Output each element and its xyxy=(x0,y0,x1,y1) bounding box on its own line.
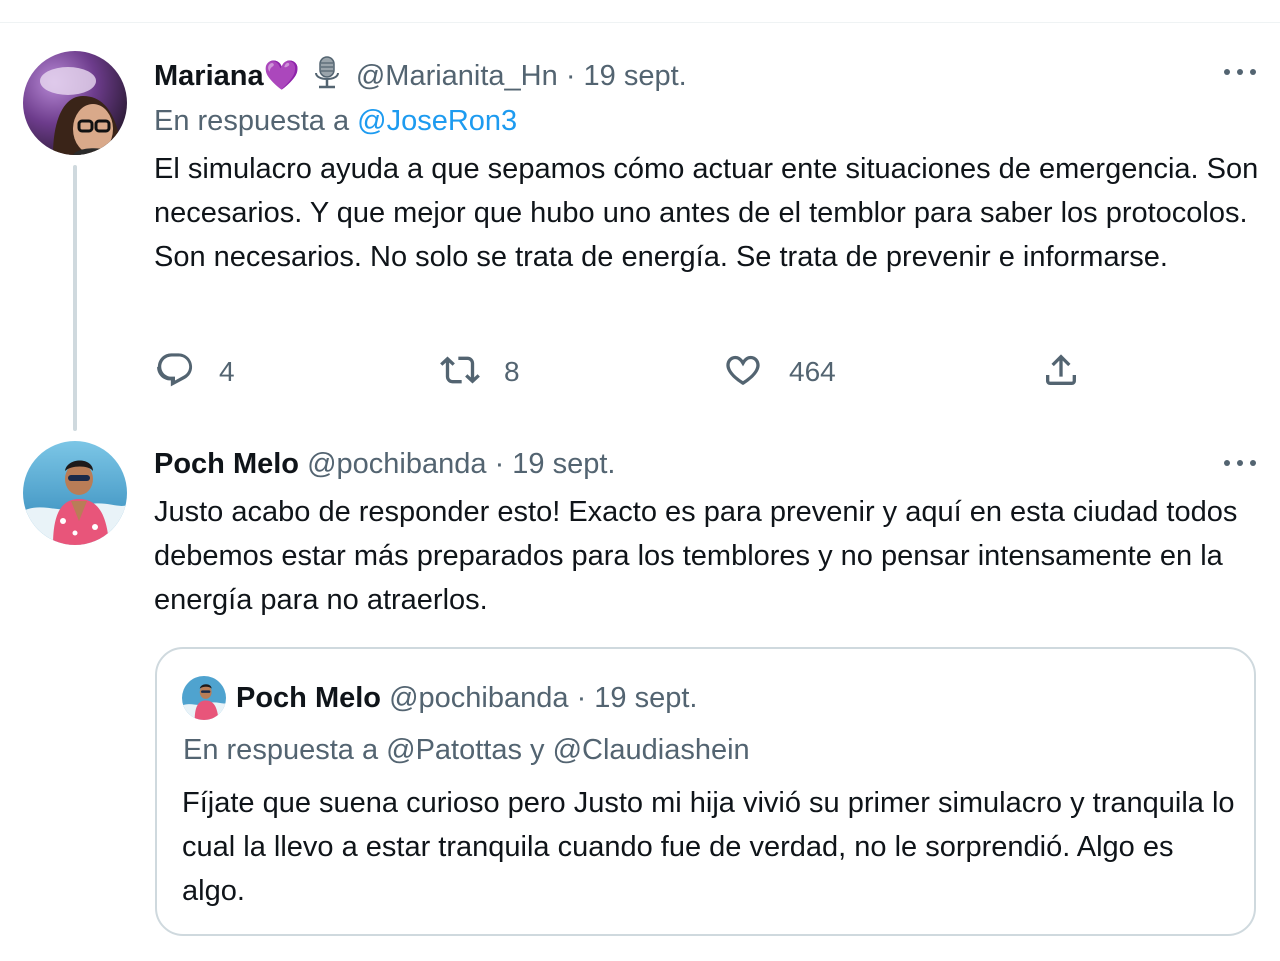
tweet-1-text: El simulacro ayuda a que sepamos cómo ac… xyxy=(154,153,1259,273)
tweet-date[interactable]: · 19 sept. xyxy=(495,448,616,480)
retweet-icon xyxy=(438,350,482,395)
tweet-2-text: Justo acabo de responder esto! Exacto es… xyxy=(154,496,1238,616)
top-divider xyxy=(0,22,1280,23)
reply-to-link[interactable]: @JoseRon3 xyxy=(357,105,517,137)
retweet-count: 8 xyxy=(504,356,520,387)
author-handle[interactable]: @pochibanda xyxy=(307,448,486,480)
purple-heart-emoji: 💜 xyxy=(263,60,300,92)
quote-header: Poch Melo @pochibanda · 19 sept. xyxy=(236,680,697,716)
quote-avatar xyxy=(182,676,226,720)
reply-prefix: En respuesta a xyxy=(154,105,350,137)
share-icon xyxy=(1041,350,1081,395)
share-button[interactable] xyxy=(1041,350,1081,394)
quote-author-name: Poch Melo xyxy=(236,682,382,714)
quote-date: · 19 sept. xyxy=(576,682,698,714)
author-name[interactable]: Poch Melo xyxy=(154,448,299,480)
quote-reply-context: En respuesta a @Patottas y @Claudiashein xyxy=(183,734,750,766)
microphone-icon xyxy=(312,55,342,100)
like-button[interactable]: 464 xyxy=(723,350,836,394)
tweet-date[interactable]: · 19 sept. xyxy=(566,60,687,92)
retweet-button[interactable]: 8 xyxy=(438,350,520,394)
avatar-mariana[interactable] xyxy=(23,51,127,155)
heart-icon xyxy=(723,350,763,395)
reply-icon xyxy=(155,350,195,395)
quote-author-handle: @pochibanda xyxy=(389,682,569,714)
reply-button[interactable]: 4 xyxy=(155,350,235,394)
reply-context: En respuesta a @JoseRon3 xyxy=(154,103,517,139)
tweet-2-header: Poch Melo @pochibanda · 19 sept. xyxy=(154,446,615,482)
author-handle[interactable]: @Marianita_Hn xyxy=(356,60,558,92)
like-count: 464 xyxy=(789,356,836,387)
tweet-1-header: Mariana💜 @Marianita_Hn · 19 sept. xyxy=(154,55,687,100)
thread-line xyxy=(73,165,77,431)
reply-count: 4 xyxy=(219,356,235,387)
author-name[interactable]: Mariana xyxy=(154,60,264,92)
more-icon[interactable] xyxy=(1222,457,1258,469)
more-icon[interactable] xyxy=(1222,66,1258,78)
quote-text: Fíjate que suena curioso pero Justo mi h… xyxy=(182,787,1235,907)
avatar-poch-melo[interactable] xyxy=(23,441,127,545)
